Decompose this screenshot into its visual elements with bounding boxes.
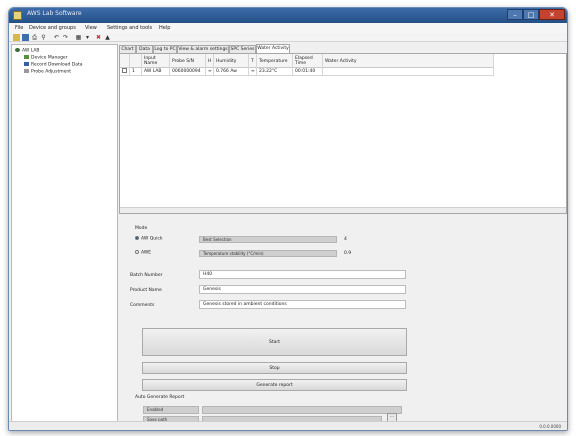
redo-icon[interactable]: ↷ [62, 34, 69, 41]
tree-item-record-download[interactable]: Record Download Data [24, 62, 83, 68]
grid-header-humidity: Humidity [214, 54, 249, 68]
minimize-button[interactable]: – [507, 9, 523, 20]
tab-log-to-pc[interactable]: Log to PC [153, 45, 177, 53]
tree-item-probe-adjustment[interactable]: Probe Adjustment [24, 69, 71, 75]
main-pane: Chart Data Log to PC View & alarm settin… [119, 44, 567, 422]
grid-horizontal-scrollbar[interactable] [120, 207, 566, 213]
row-elapsed-time: 00:01:40 [293, 68, 323, 76]
grid-header-probe-sn: Probe S/N [170, 54, 206, 68]
maximize-button[interactable]: □ [523, 9, 539, 20]
print-icon[interactable]: ⎙ [31, 34, 38, 41]
stop-button[interactable]: Stop [142, 362, 407, 374]
row-temperature: 23.22°C [257, 68, 293, 76]
device-icon [15, 48, 20, 52]
menu-settings-tools[interactable]: Settings and tools [107, 25, 152, 31]
aw-quick-value[interactable]: 4 [341, 236, 371, 243]
status-bar: 0.0.0.0000 [9, 421, 567, 430]
device-tree: AW LAB Device Manager Record Download Da… [11, 44, 118, 422]
delete-icon[interactable]: ✖ [95, 34, 102, 41]
row-probe-sn: 0060000094 [170, 68, 206, 76]
batch-number-label: Batch Number [130, 273, 163, 278]
auto-generate-report-label: Auto Generate Report [135, 395, 185, 400]
adjust-icon [24, 69, 29, 73]
grid-header-water-activity: Water Activity [323, 54, 494, 68]
mode-awe-radio[interactable]: AWE [135, 250, 151, 256]
mode-aw-quick-radio[interactable]: AW Quick [135, 236, 162, 242]
undo-icon[interactable]: ↶ [53, 34, 60, 41]
aw-quick-setting-field[interactable]: Best Selection [199, 236, 337, 243]
grid-header-input-name: Input Name [142, 54, 170, 68]
grid-header: Input Name Probe S/N H Humidity T Temper… [120, 54, 494, 68]
enabled-field[interactable] [202, 406, 402, 414]
tab-data[interactable]: Data [136, 45, 153, 53]
tab-strip: Chart Data Log to PC View & alarm settin… [119, 44, 567, 53]
row-water-activity [323, 68, 494, 76]
status-text: 0.0.0.0000 [539, 424, 561, 429]
close-button[interactable]: ✕ [539, 9, 565, 20]
start-button[interactable]: Start [142, 328, 407, 356]
grid-header-t: T [249, 54, 257, 68]
app-window: AWS Lab Software – □ ✕ File Device and g… [8, 7, 568, 431]
tab-view-alarm-settings[interactable]: View & alarm settings [177, 45, 229, 53]
tab-water-activity[interactable]: Water Activity [256, 44, 290, 53]
menu-view[interactable]: View [85, 25, 97, 31]
batch-number-input[interactable]: H40 [199, 270, 406, 279]
grid-icon[interactable]: ▦ [75, 34, 82, 41]
save-icon[interactable] [22, 34, 29, 41]
mode-label: Mode [135, 226, 148, 231]
tab-chart[interactable]: Chart [119, 45, 136, 53]
radio-selected-icon [135, 236, 139, 240]
row-index: 1 [130, 68, 142, 76]
tree-item-device-manager[interactable]: Device Manager [24, 55, 68, 61]
enabled-label: Enabled [143, 406, 199, 414]
search-icon[interactable]: ⚲ [40, 34, 47, 41]
radio-unselected-icon [135, 250, 139, 254]
grid-header-cell [120, 54, 130, 68]
generate-report-button[interactable]: Generate report [142, 379, 407, 391]
warning-icon[interactable]: ▲ [104, 34, 111, 41]
gear-icon [24, 55, 29, 59]
tree-item-aw-lab[interactable]: AW LAB [15, 48, 40, 54]
toolbar: ⎙ ⚲ ↶ ↷ ▦ ▾ ✖ ▲ [9, 33, 567, 42]
row-input-name: AW LAB [142, 68, 170, 76]
grid-header-temperature: Temperature [257, 54, 293, 68]
open-icon[interactable] [13, 34, 20, 41]
row-t-trend: ≈ [249, 68, 257, 76]
awe-value[interactable]: 0.9 [341, 250, 371, 257]
row-h-trend: ≈ [206, 68, 214, 76]
menu-help[interactable]: Help [159, 25, 170, 31]
row-humidity: 0.766 Aw [214, 68, 249, 76]
row-checkbox[interactable] [120, 68, 130, 76]
grid-header-cell [130, 54, 142, 68]
title-bar[interactable]: AWS Lab Software – □ ✕ [9, 8, 567, 23]
app-icon [13, 11, 22, 20]
water-activity-form: Mode AW Quick Best Selection 4 AWE Tempe… [119, 214, 567, 422]
product-name-input[interactable]: Genesis [199, 285, 406, 294]
tab-spc-series[interactable]: SPC Series [229, 45, 256, 53]
product-name-label: Product Name [130, 288, 162, 293]
table-row[interactable]: 1 AW LAB 0060000094 ≈ 0.766 Aw ≈ 23.22°C… [120, 68, 494, 76]
grid-header-h: H [206, 54, 214, 68]
comments-label: Comments [130, 303, 155, 308]
grid-header-elapsed-time: Elapsed Time [293, 54, 323, 68]
dropdown-icon[interactable]: ▾ [84, 34, 91, 41]
comments-input[interactable]: Genesis stored in ambient conditions [199, 300, 406, 309]
menu-device-groups[interactable]: Device and groups [29, 25, 76, 31]
window-title: AWS Lab Software [27, 10, 82, 17]
awe-setting-field[interactable]: Temperature stability (°C/min) [199, 250, 337, 257]
download-icon [24, 62, 29, 66]
readings-grid: Input Name Probe S/N H Humidity T Temper… [119, 53, 567, 214]
menu-bar: File Device and groups View Settings and… [9, 23, 567, 33]
menu-file[interactable]: File [15, 25, 23, 31]
